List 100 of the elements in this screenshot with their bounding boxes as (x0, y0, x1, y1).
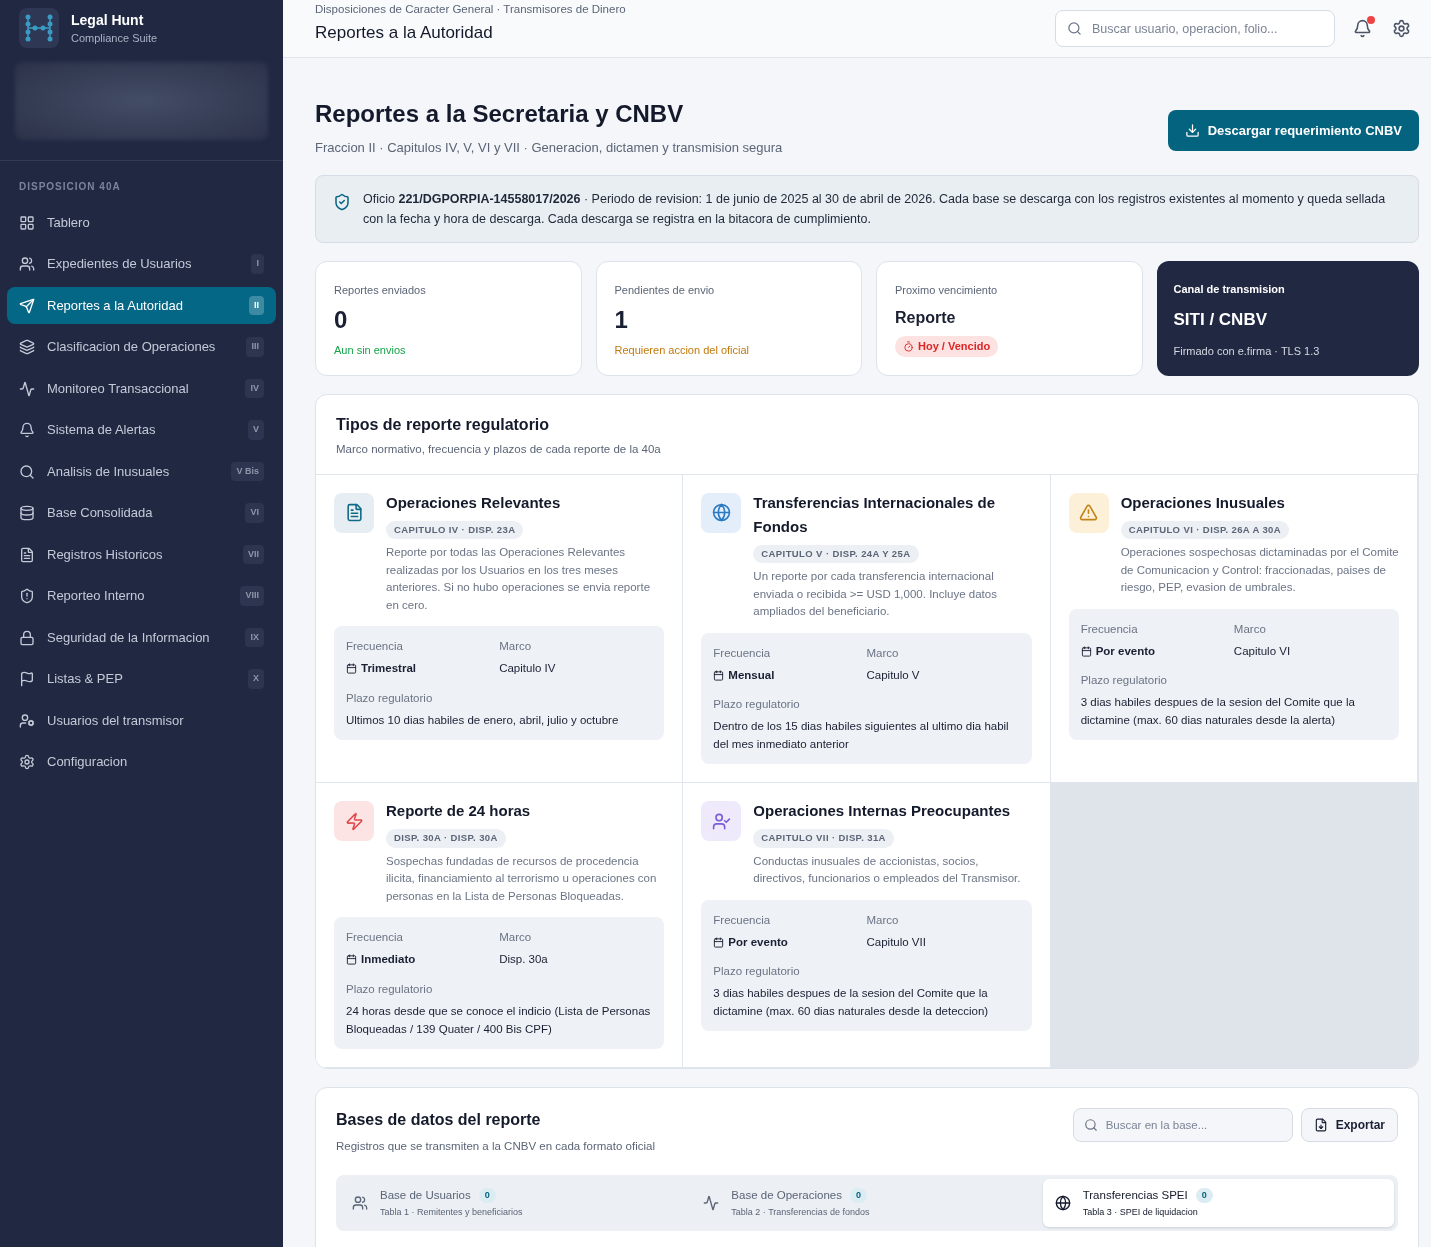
download-button[interactable]: Descargar requerimiento CNBV (1167, 110, 1419, 151)
send-icon (19, 297, 35, 314)
stat-value: Reporte (895, 308, 956, 328)
chapter-tag: DISP. 30A · DISP. 30A (386, 829, 506, 848)
chapter-tag: CAPITULO V · DISP. 24A Y 25A (753, 544, 919, 563)
sidebar-item[interactable]: Seguridad de la Informacion IX (7, 619, 276, 656)
stat-note: Aun sin envios (334, 343, 406, 358)
brand-name: Legal Hunt (71, 10, 145, 30)
search-icon (19, 463, 35, 480)
brand-subtitle: Compliance Suite (71, 30, 158, 46)
notifications-button[interactable] (1353, 19, 1372, 38)
stat-note: Firmado con e.firma · TLS 1.3 (1173, 343, 1321, 359)
chapter-badge: IV (245, 378, 264, 399)
pulse-icon (19, 380, 35, 397)
stat-label: Pendientes de envio (614, 282, 715, 298)
deadline-value: 24 horas desde que se conoce el indicio (Lista de Personas Bloqueadas / 139 Quater / 400 Bis CPF) (346, 1003, 652, 1037)
frequency-value: Trimestral (361, 661, 416, 677)
frequency-value: Mensual (728, 667, 775, 683)
chapter-badge: V (248, 420, 264, 440)
flag-icon (19, 671, 35, 687)
sidebar-item[interactable]: Monitoreo Transaccional IV (7, 370, 276, 407)
report-description: Operaciones sospechosas dictaminadas por el Comite de Comunicacion y Control: fraccionadas, paises de riesgo, PEP, evasion de umbrales. (1120, 545, 1399, 595)
sidebar-item[interactable]: Listas & PEP X (7, 660, 276, 698)
export-button[interactable]: Exportar (1300, 1107, 1398, 1142)
section-title: Tipos de reporte regulatorio (336, 414, 551, 435)
chapter-badge: I (251, 254, 264, 274)
count-badge: 0 (478, 1187, 496, 1203)
database-tab[interactable]: Base de Usuarios 0 Tabla 1 · Remitentes y beneficiarios (340, 1179, 692, 1227)
sidebar-item[interactable]: Expedientes de Usuarios I (7, 245, 276, 283)
field-label: Frecuencia (346, 639, 403, 654)
sidebar-item[interactable]: Reportes a la Autoridad II (7, 287, 276, 324)
calendar-icon (346, 663, 357, 675)
calendar-icon (713, 936, 725, 948)
sidebar-item[interactable]: Reporteo Interno VIII (7, 577, 276, 615)
stat-label: Reportes enviados (334, 282, 426, 298)
frequency-value: Por evento (728, 934, 788, 950)
report-description: Reporte por todas las Operaciones Relevantes realizadas por los Usuarios en los tres meses anteriores. Si no hubo operaciones se envia reporte en cero. (386, 545, 652, 613)
field-label: Frecuencia (713, 645, 771, 661)
search-field[interactable]: Buscar usuario, operacion, folio... (1055, 10, 1335, 47)
lock-icon (19, 629, 35, 646)
report-title: Operaciones Internas Preocupantes (753, 801, 1011, 822)
field-label: Frecuencia (1080, 621, 1138, 637)
stat-value: 1 (614, 305, 628, 335)
sidebar-item[interactable]: Clasificacion de Operaciones III (7, 328, 276, 366)
section-subtitle: Marco normativo, frecuencia y plazos de cada reporte de la 40a (336, 441, 662, 457)
report-title: Operaciones Relevantes (386, 492, 561, 513)
sidebar-item[interactable]: Usuarios del transmisor (7, 702, 276, 739)
section-label: DISPOSICION 40A (18, 180, 122, 194)
framework-value: Capitulo IV (499, 661, 556, 677)
download-icon (1184, 123, 1200, 138)
sidebar-item[interactable]: Configuracion (7, 743, 276, 781)
report-description: Sospechas fundadas de recursos de procedencia ilicita, financiamiento al terrorismo u operaciones con personas en la Lista de Personas Bloqueadas. (386, 853, 658, 904)
page-subtitle: Fraccion II · Capitulos IV, V, VI y VII · Generacion, dictamen y transmision segura (315, 139, 783, 157)
breadcrumb: Disposiciones de Caracter General · Transmisores de Dinero (315, 2, 627, 18)
settings-button[interactable] (1392, 19, 1411, 38)
chapter-badge: IX (245, 627, 264, 648)
field-label: Marco (1233, 621, 1266, 637)
chapter-badge: III (246, 337, 264, 357)
calendar-icon (1080, 645, 1092, 657)
deadline-value: 3 dias habiles despues de la sesion del Comite que la dictamine (max. 60 dias naturales desde la alerta) (1080, 695, 1356, 729)
document-icon (19, 546, 35, 563)
file-download-icon (1313, 1117, 1328, 1132)
search-field[interactable]: Buscar en la base... (1072, 1107, 1293, 1142)
section-title: Bases de datos del reporte (336, 1109, 542, 1130)
sidebar-item[interactable]: Tablero (7, 204, 276, 241)
sidebar-item[interactable]: Analisis de Inusuales V Bis (7, 453, 276, 490)
stat-note: Requieren accion del oficial (614, 343, 750, 358)
field-label: Frecuencia (346, 930, 403, 945)
report-title: Reporte de 24 horas (386, 801, 531, 822)
logo-icon (19, 8, 59, 48)
deadline-value: Ultimos 10 dias habiles de enero, abril, julio y octubre (346, 712, 620, 728)
database-tab[interactable]: Transferencias SPEI 0 Tabla 3 · SPEI de liquidacion (1042, 1179, 1394, 1227)
report-title: Transferencias Internacionales de Fondos (753, 492, 997, 537)
chapter-badge: VI (245, 503, 264, 523)
grid-icon (19, 214, 35, 231)
field-label: Marco (499, 930, 532, 945)
database-icon (19, 505, 35, 521)
section-subtitle: Registros que se transmiten a la CNBV en cada formato oficial (336, 1138, 655, 1154)
globe-icon (1054, 1195, 1071, 1211)
bell-icon (19, 422, 35, 438)
frequency-value: Inmediato (361, 952, 416, 968)
field-label: Plazo regulatorio (1080, 673, 1168, 688)
calendar-icon (713, 669, 725, 681)
field-label: Marco (499, 639, 532, 654)
sidebar-item[interactable]: Sistema de Alertas V (7, 411, 276, 449)
search-icon (1083, 1117, 1098, 1132)
chapter-badge: II (249, 295, 264, 316)
layers-icon (19, 339, 35, 355)
field-label: Marco (866, 645, 899, 661)
count-badge: 0 (1195, 1187, 1213, 1203)
sidebar-item[interactable]: Base Consolidada VI (7, 494, 276, 532)
notice-text: Oficio 221/DGPORPIA-14558017/2026 · Periodo de revision: 1 de junio de 2025 al 30 de abril de 2026. Cada base se descarga con los registros existentes al momento y queda sellada con la fecha y hora de descarga. Cada descarga se registra en la bitacora de cumplimiento. (363, 190, 1387, 228)
framework-value: Capitulo VII (866, 934, 926, 950)
sidebar-item[interactable]: Registros Historicos VII (7, 536, 276, 573)
database-tab[interactable]: Base de Operaciones 0 Tabla 2 · Transferencias de fondos (691, 1179, 1043, 1227)
user-gear-icon (19, 712, 35, 729)
framework-value: Disp. 30a (499, 952, 548, 968)
settings-icon (19, 754, 35, 770)
stat-value: SITI / CNBV (1173, 309, 1268, 331)
framework-value: Capitulo VI (1233, 643, 1291, 659)
